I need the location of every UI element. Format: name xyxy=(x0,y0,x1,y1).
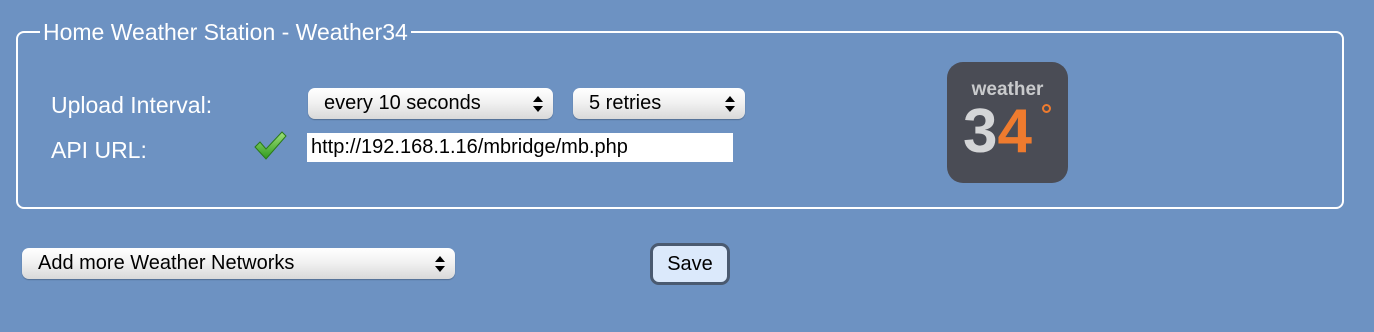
add-weather-networks-value: Add more Weather Networks xyxy=(38,252,295,274)
green-check-icon xyxy=(254,131,287,160)
select-arrows-icon xyxy=(435,256,445,272)
fieldset-legend: Home Weather Station - Weather34 xyxy=(40,18,411,46)
save-button[interactable]: Save xyxy=(650,243,730,285)
api-url-label: API URL: xyxy=(51,137,147,163)
logo-digit-four: 4 xyxy=(997,97,1032,166)
logo-number: 34 xyxy=(963,100,1032,164)
logo-digit-three: 3 xyxy=(963,97,998,166)
add-weather-networks-select[interactable]: Add more Weather Networks xyxy=(22,248,455,279)
select-arrows-icon xyxy=(725,96,735,112)
upload-interval-label: Upload Interval: xyxy=(51,92,213,118)
logo-degree-icon xyxy=(1042,104,1051,113)
api-url-input[interactable] xyxy=(307,133,733,162)
weather34-logo: weather 34 xyxy=(947,62,1068,183)
weather-station-fieldset xyxy=(16,31,1344,209)
retries-value: 5 retries xyxy=(589,92,662,114)
upload-interval-select[interactable]: every 10 seconds xyxy=(308,88,553,119)
upload-interval-value: every 10 seconds xyxy=(324,92,481,114)
retries-select[interactable]: 5 retries xyxy=(573,88,745,119)
select-arrows-icon xyxy=(533,96,543,112)
